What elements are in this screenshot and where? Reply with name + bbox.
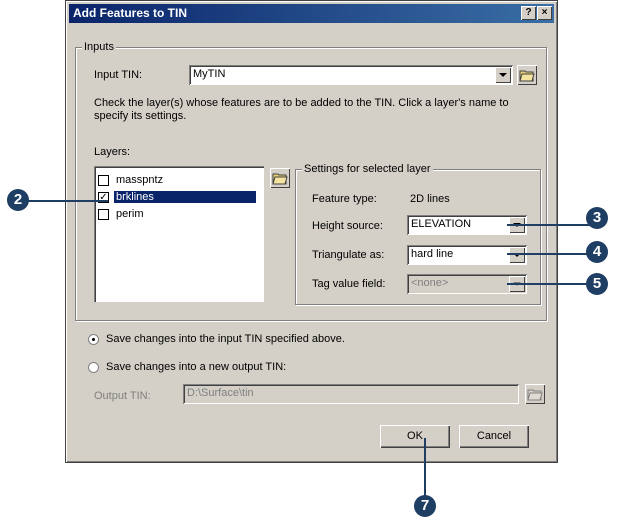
layer-name[interactable]: perim bbox=[114, 208, 146, 220]
layers-listbox[interactable]: masspntz ✓ brklines perim bbox=[94, 166, 264, 302]
open-folder-icon[interactable] bbox=[517, 65, 537, 85]
save-new-radio[interactable] bbox=[88, 362, 99, 373]
output-tin-label: Output TIN: bbox=[94, 390, 151, 402]
list-item-brklines[interactable]: ✓ brklines bbox=[98, 190, 258, 205]
tag-value-value: <none> bbox=[411, 277, 449, 289]
callout-line-2 bbox=[28, 200, 108, 202]
layer-name[interactable]: masspntz bbox=[114, 174, 165, 186]
help-button[interactable]: ? bbox=[521, 6, 536, 20]
checkbox[interactable] bbox=[98, 209, 109, 220]
callout-5: 5 bbox=[586, 273, 608, 295]
add-features-dialog: Add Features to TIN ? × Inputs Input TIN… bbox=[65, 0, 558, 463]
output-tin-field: D:\Surface\tin bbox=[183, 384, 519, 404]
open-folder-icon[interactable] bbox=[270, 168, 290, 188]
triangulate-value: hard line bbox=[411, 248, 454, 260]
triangulate-label: Triangulate as: bbox=[312, 249, 385, 261]
output-tin-value: D:\Surface\tin bbox=[187, 387, 254, 399]
callout-line-4 bbox=[507, 253, 592, 255]
input-tin-label: Input TIN: bbox=[94, 69, 143, 81]
dialog-title: Add Features to TIN bbox=[73, 6, 188, 20]
input-tin-dropdown[interactable]: MyTIN bbox=[189, 65, 513, 85]
save-new-label[interactable]: Save changes into a new output TIN: bbox=[106, 361, 286, 373]
chevron-down-icon[interactable] bbox=[509, 247, 525, 263]
height-source-value: ELEVATION bbox=[411, 218, 472, 230]
callout-line-7 bbox=[424, 438, 426, 498]
height-source-label: Height source: bbox=[312, 220, 383, 232]
title-bar: Add Features to TIN ? × bbox=[69, 4, 554, 23]
save-input-radio[interactable] bbox=[88, 334, 99, 345]
callout-7: 7 bbox=[414, 495, 436, 517]
callout-4: 4 bbox=[586, 241, 608, 263]
triangulate-dropdown[interactable]: hard line bbox=[407, 245, 527, 265]
instructions-text: Check the layer(s) whose features are to… bbox=[94, 97, 509, 122]
cancel-button[interactable]: Cancel bbox=[459, 425, 529, 448]
ok-button[interactable]: OK bbox=[380, 425, 450, 448]
feature-type-value: 2D lines bbox=[410, 193, 450, 205]
list-item-perim[interactable]: perim bbox=[98, 207, 258, 222]
layer-name[interactable]: brklines bbox=[114, 191, 256, 203]
input-tin-value: MyTIN bbox=[193, 68, 226, 80]
callout-2: 2 bbox=[7, 189, 29, 211]
inputs-group-label: Inputs bbox=[82, 41, 116, 53]
checkbox[interactable] bbox=[98, 175, 109, 186]
close-button[interactable]: × bbox=[537, 6, 552, 20]
callout-3: 3 bbox=[586, 207, 608, 229]
open-folder-icon bbox=[525, 384, 545, 404]
save-input-label[interactable]: Save changes into the input TIN specifie… bbox=[106, 333, 345, 345]
list-item-masspntz[interactable]: masspntz bbox=[98, 173, 258, 188]
callout-line-5 bbox=[507, 283, 592, 285]
chevron-down-icon[interactable] bbox=[495, 67, 511, 83]
settings-group-label: Settings for selected layer bbox=[302, 163, 433, 175]
feature-type-label: Feature type: bbox=[312, 193, 377, 205]
layers-label: Layers: bbox=[94, 146, 131, 158]
callout-line-3 bbox=[507, 224, 592, 226]
tag-value-label: Tag value field: bbox=[312, 278, 386, 290]
